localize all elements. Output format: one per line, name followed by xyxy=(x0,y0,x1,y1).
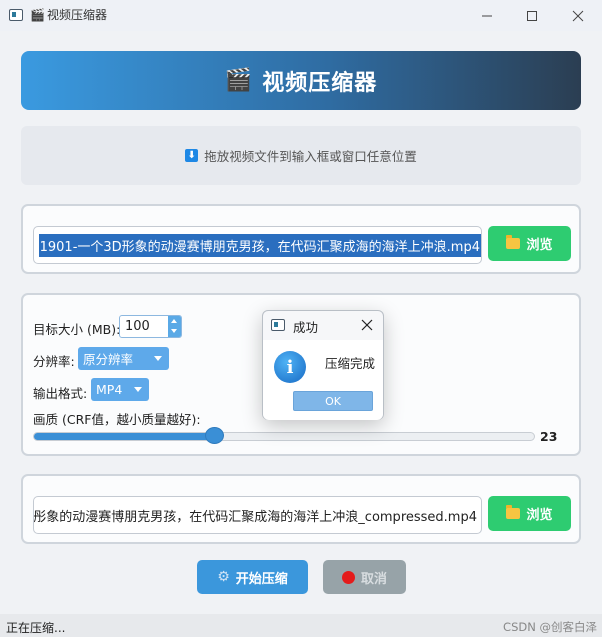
info-icon: i xyxy=(274,351,306,383)
maximize-button[interactable] xyxy=(509,0,555,31)
output-path-field[interactable]: 彤象的动漫赛博朋克男孩，在代码汇聚成海的海洋上冲浪_compressed.mp4 xyxy=(33,496,482,534)
chevron-down-icon xyxy=(154,356,162,361)
success-dialog: 成功 i 压缩完成 OK xyxy=(262,310,384,420)
status-text: 正在压缩... xyxy=(6,621,66,635)
resolution-dropdown[interactable]: 原分辨率 xyxy=(78,347,169,370)
status-bar: 正在压缩... CSDN @创客白泽 xyxy=(0,614,602,637)
title-bar: 🎬 视频压缩器 xyxy=(0,0,602,31)
format-value: MP4 xyxy=(96,382,123,397)
chevron-down-icon xyxy=(134,387,142,392)
quality-value: 23 xyxy=(540,429,558,444)
output-browse-label: 浏览 xyxy=(526,508,553,523)
quality-slider-track[interactable] xyxy=(33,432,535,441)
spin-down-icon[interactable] xyxy=(171,329,177,333)
input-browse-button[interactable]: 浏览 xyxy=(488,226,571,261)
cancel-button[interactable]: 取消 xyxy=(323,560,406,594)
stop-icon xyxy=(341,570,355,584)
quality-slider-fill xyxy=(34,433,215,440)
resolution-label: 分辨率: xyxy=(33,354,75,369)
dialog-title: 成功 xyxy=(293,320,319,335)
start-compress-button[interactable]: ⚙ 开始压缩 xyxy=(197,560,308,594)
cancel-label: 取消 xyxy=(360,571,387,587)
resolution-value: 原分辨率 xyxy=(83,352,134,367)
target-size-value: 100 xyxy=(125,319,150,334)
close-icon xyxy=(572,10,584,21)
target-size-label: 目标大小 (MB): xyxy=(33,322,121,337)
app-icon xyxy=(9,9,23,21)
quality-label: 画质 (CRF值，越小质量越好): xyxy=(33,412,201,427)
clapperboard-icon: 🎬 xyxy=(30,8,45,22)
app-icon xyxy=(271,319,285,331)
drop-zone[interactable]: ⬇ 拖放视频文件到输入框或窗口任意位置 xyxy=(21,126,581,185)
window-title: 视频压缩器 xyxy=(47,8,108,22)
drop-zone-hint: 拖放视频文件到输入框或窗口任意位置 xyxy=(204,149,417,164)
minimize-button[interactable] xyxy=(464,0,510,31)
download-arrow-icon: ⬇ xyxy=(185,149,199,162)
input-panel: 1901-一个3D形象的动漫赛博朋克男孩，在代码汇聚成海的海洋上冲浪.mp4 浏… xyxy=(21,204,581,274)
output-path-text: 彤象的动漫赛博朋克男孩，在代码汇聚成海的海洋上冲浪_compressed.mp4 xyxy=(33,509,477,525)
gear-icon: ⚙ xyxy=(217,569,230,585)
page-title: 视频压缩器 xyxy=(262,70,378,96)
dialog-message: 压缩完成 xyxy=(325,356,376,371)
watermark: CSDN @创客白泽 xyxy=(503,620,597,634)
input-path-text: 1901-一个3D形象的动漫赛博朋克男孩，在代码汇聚成海的海洋上冲浪.mp4 xyxy=(38,233,481,257)
target-size-spinbox[interactable]: 100 xyxy=(119,315,182,338)
format-label: 输出格式: xyxy=(33,386,88,401)
close-button[interactable] xyxy=(555,0,601,31)
input-path-field[interactable]: 1901-一个3D形象的动漫赛博朋克男孩，在代码汇聚成海的海洋上冲浪.mp4 xyxy=(33,226,482,264)
folder-icon xyxy=(506,235,521,249)
dialog-ok-button[interactable]: OK xyxy=(293,391,373,411)
maximize-icon xyxy=(527,10,537,21)
spin-buttons[interactable] xyxy=(168,316,181,337)
input-browse-label: 浏览 xyxy=(526,238,553,253)
minimize-icon xyxy=(482,15,492,16)
folder-icon xyxy=(506,505,521,519)
start-compress-label: 开始压缩 xyxy=(235,571,288,587)
close-icon xyxy=(361,319,373,331)
output-panel: 彤象的动漫赛博朋克男孩，在代码汇聚成海的海洋上冲浪_compressed.mp4… xyxy=(21,474,581,544)
dialog-close-button[interactable] xyxy=(361,314,373,335)
quality-slider-handle[interactable] xyxy=(204,427,224,444)
spin-up-icon[interactable] xyxy=(171,319,177,323)
output-browse-button[interactable]: 浏览 xyxy=(488,496,571,531)
dialog-ok-label: OK xyxy=(325,394,341,408)
format-dropdown[interactable]: MP4 xyxy=(91,378,149,401)
dialog-body: i 压缩完成 OK xyxy=(263,340,383,420)
clapperboard-icon: 🎬 xyxy=(224,67,253,93)
header-banner: 🎬 视频压缩器 xyxy=(21,51,581,110)
